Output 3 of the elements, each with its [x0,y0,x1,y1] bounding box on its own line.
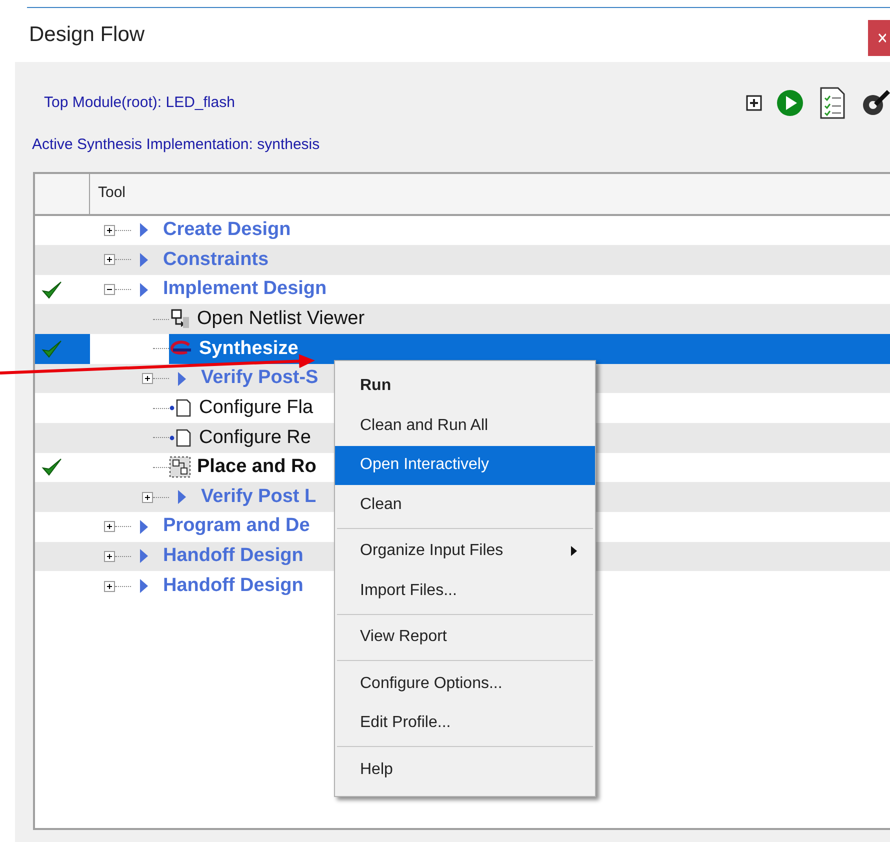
active-synthesis-label: Active Synthesis Implementation: synthesis [31,135,321,155]
top-module-label: Top Module(root): LED_flash [43,92,235,113]
window-title: Design Flow [28,22,145,48]
